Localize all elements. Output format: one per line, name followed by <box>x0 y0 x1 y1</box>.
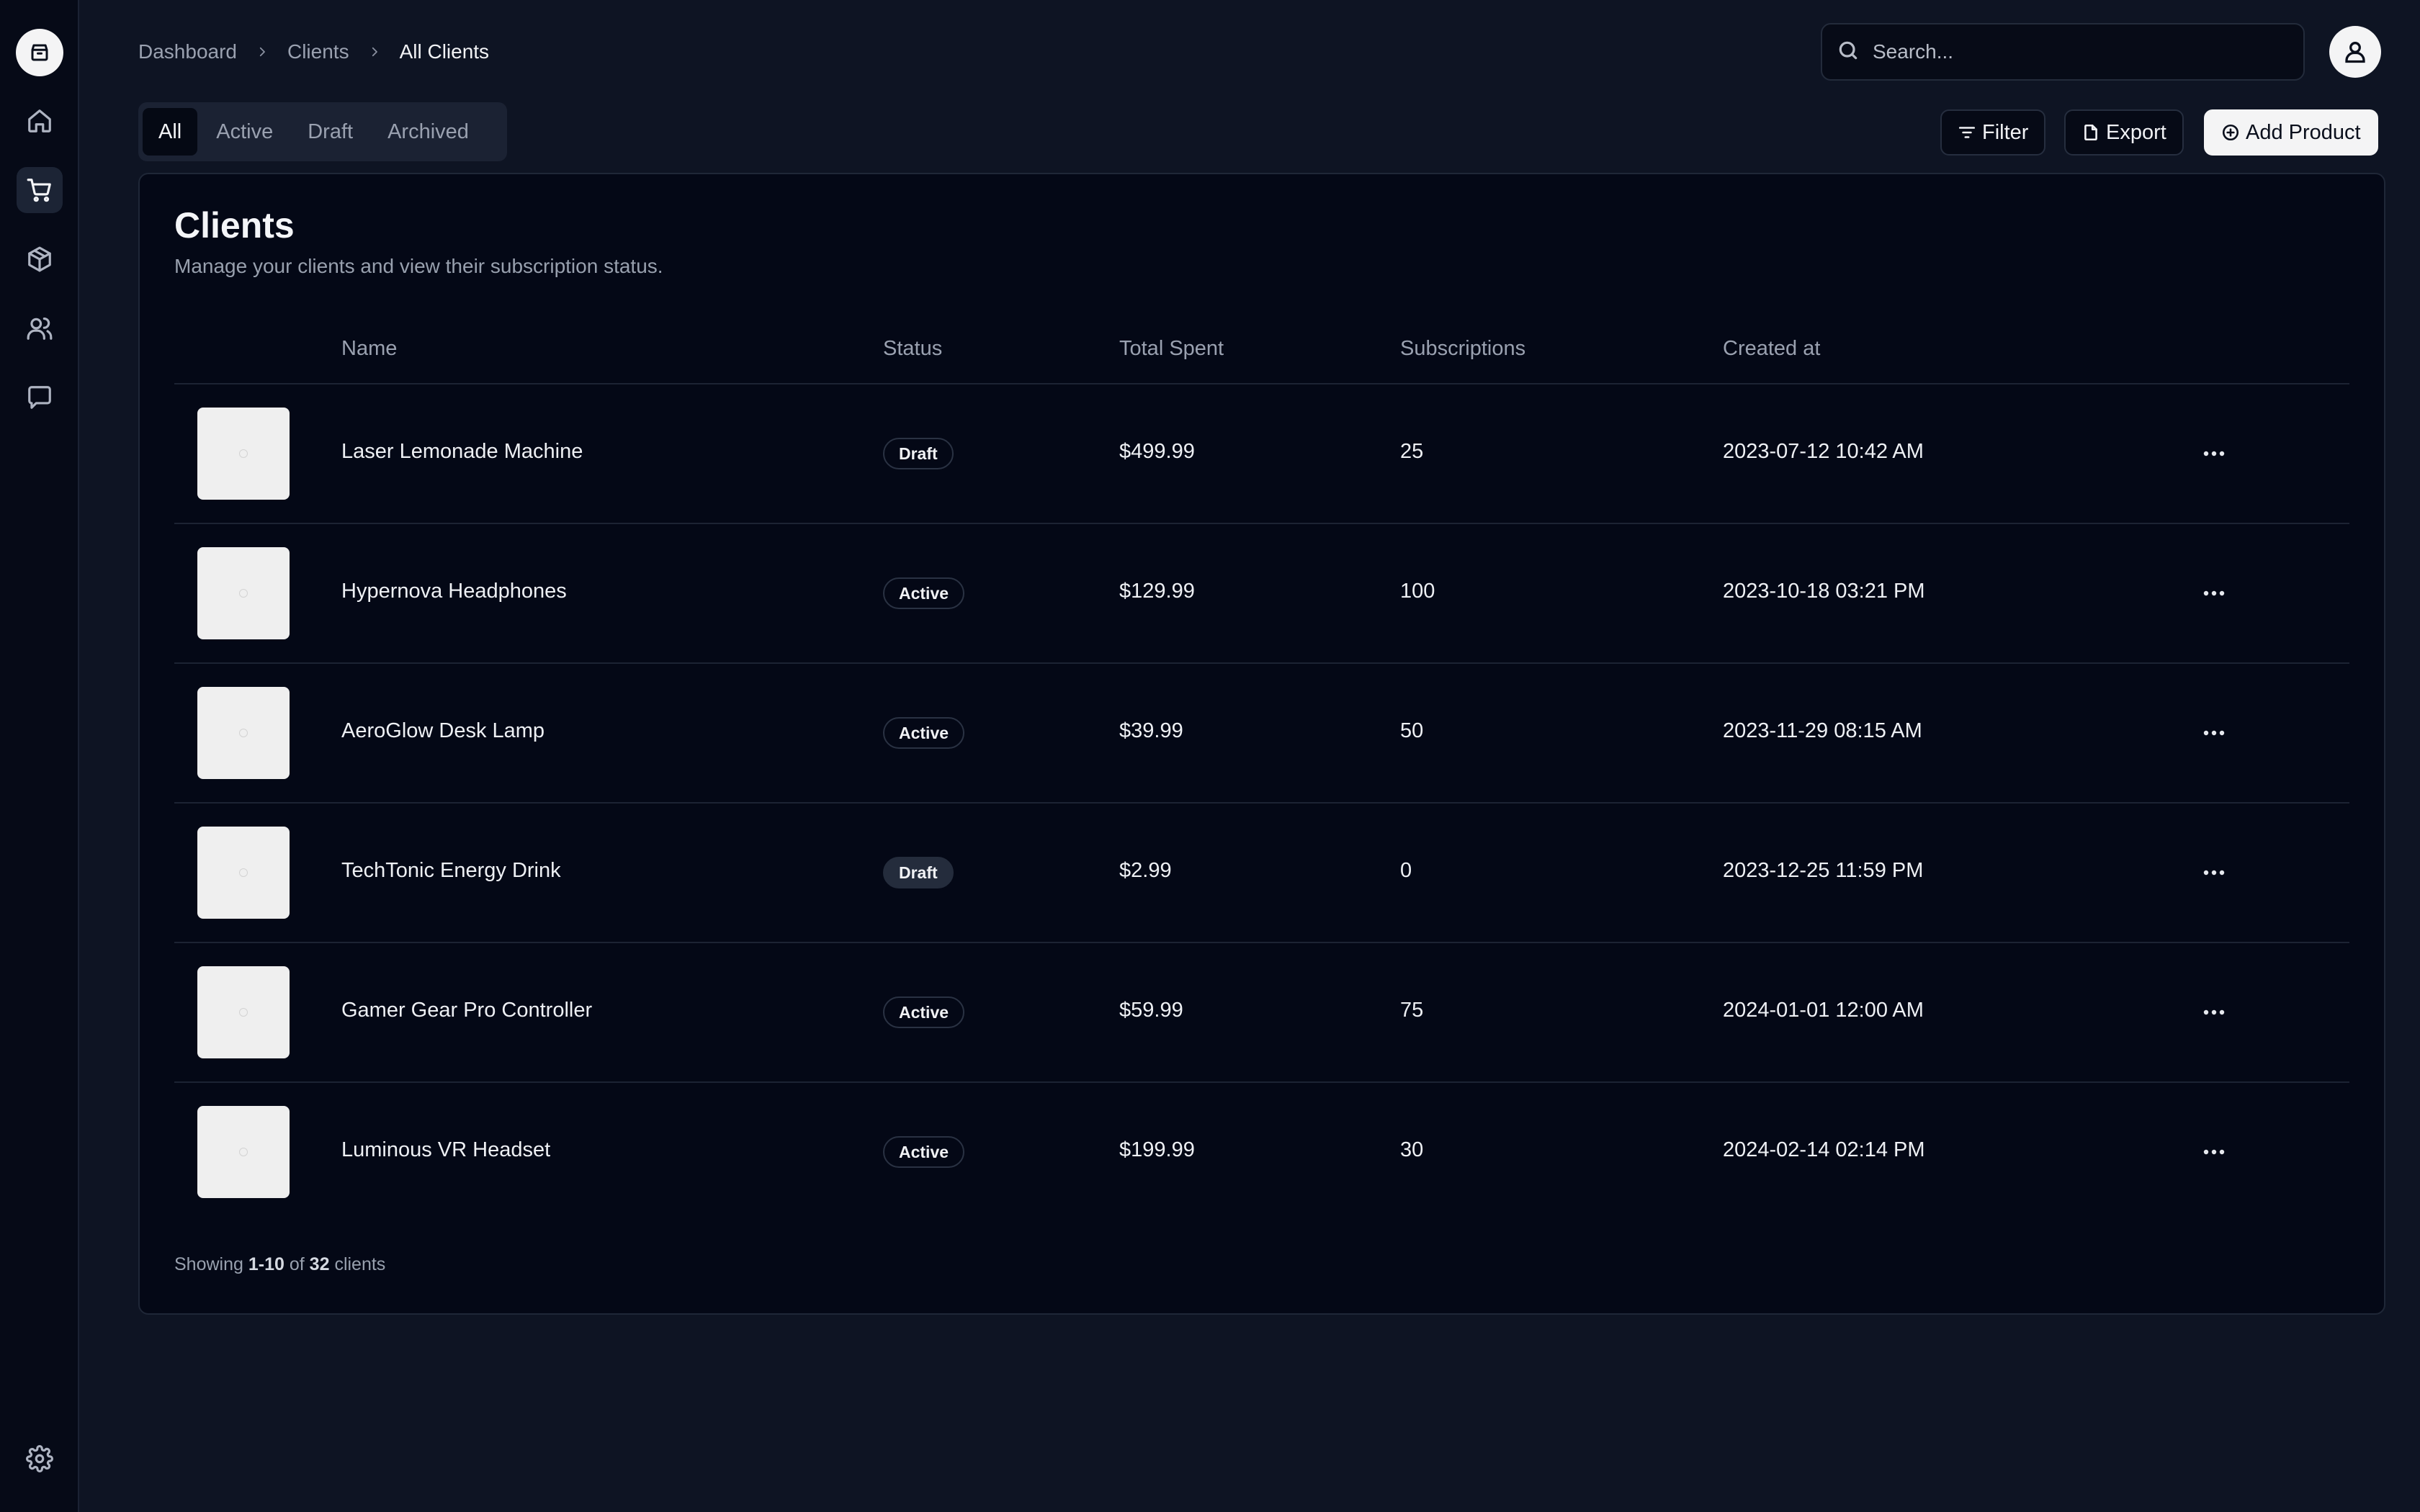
status-tabs: All Active Draft Archived <box>138 102 507 161</box>
filter-button[interactable]: Filter <box>1940 109 2046 156</box>
chevron-right-icon <box>256 45 269 58</box>
more-horizontal-icon[interactable] <box>2200 720 2228 746</box>
client-name: TechTonic Energy Drink <box>341 859 561 882</box>
column-header-name[interactable]: Name <box>341 337 397 361</box>
column-header-subscriptions[interactable]: Subscriptions <box>1400 337 1525 361</box>
filter-label: Filter <box>1982 120 2029 144</box>
client-name: Hypernova Headphones <box>341 580 567 603</box>
more-horizontal-icon[interactable] <box>2200 441 2228 467</box>
page-title: Clients <box>174 205 295 246</box>
breadcrumb-clients[interactable]: Clients <box>287 40 349 63</box>
file-icon <box>2084 124 2097 141</box>
product-image <box>197 1106 290 1198</box>
breadcrumb-all-clients: All Clients <box>399 40 490 63</box>
more-horizontal-icon[interactable] <box>2200 1139 2228 1165</box>
package-icon[interactable] <box>17 236 63 282</box>
client-name: Laser Lemonade Machine <box>341 440 583 463</box>
search-input[interactable] <box>1873 40 2276 63</box>
home-icon[interactable] <box>17 98 63 144</box>
more-horizontal-icon[interactable] <box>2200 580 2228 606</box>
client-name: AeroGlow Desk Lamp <box>341 719 545 742</box>
total-spent: $2.99 <box>1119 859 1172 882</box>
column-header-total-spent[interactable]: Total Spent <box>1119 337 1224 361</box>
status-badge: Active <box>883 717 965 749</box>
product-image <box>197 547 290 639</box>
product-image <box>197 966 290 1058</box>
column-header-created-at[interactable]: Created at <box>1723 337 1820 361</box>
settings-icon[interactable] <box>17 1436 63 1482</box>
table-row[interactable]: Gamer Gear Pro Controller Active $59.99 … <box>174 943 2349 1083</box>
tab-archived[interactable]: Archived <box>372 108 485 156</box>
product-image <box>197 827 290 919</box>
filter-icon <box>1958 127 1976 138</box>
table-row[interactable]: TechTonic Energy Drink Draft $2.99 0 202… <box>174 804 2349 943</box>
status-badge: Active <box>883 1136 965 1168</box>
store-logo-icon[interactable] <box>16 29 63 76</box>
search-icon <box>1837 39 1860 66</box>
table-row[interactable]: Laser Lemonade Machine Draft $499.99 25 … <box>174 384 2349 524</box>
status-badge: Draft <box>883 438 954 469</box>
table-header: Name Status Total Spent Subscriptions Cr… <box>174 325 2349 384</box>
shopping-cart-icon[interactable] <box>17 167 63 213</box>
total-spent: $199.99 <box>1119 1138 1195 1161</box>
status-badge: Active <box>883 996 965 1028</box>
add-product-label: Add Product <box>2246 120 2361 144</box>
export-button[interactable]: Export <box>2064 109 2184 156</box>
add-product-button[interactable]: Add Product <box>2204 109 2378 156</box>
export-label: Export <box>2106 120 2166 144</box>
subscriptions-count: 50 <box>1400 719 1424 742</box>
created-at: 2023-07-12 10:42 AM <box>1723 440 1924 463</box>
tab-active[interactable]: Active <box>200 108 289 156</box>
message-icon[interactable] <box>17 374 63 420</box>
status-badge: Draft <box>883 857 954 888</box>
pagination-suffix: clients <box>334 1254 386 1274</box>
column-header-status[interactable]: Status <box>883 337 942 361</box>
subscriptions-count: 100 <box>1400 580 1435 603</box>
user-avatar-button[interactable] <box>2329 26 2381 78</box>
total-spent: $499.99 <box>1119 440 1195 463</box>
plus-circle-icon <box>2222 124 2239 141</box>
subscriptions-count: 25 <box>1400 440 1424 463</box>
breadcrumb: Dashboard Clients All Clients <box>138 37 489 66</box>
pagination-of: of <box>289 1254 305 1274</box>
table-row[interactable]: Hypernova Headphones Active $129.99 100 … <box>174 524 2349 664</box>
product-image <box>197 408 290 500</box>
search-box <box>1821 23 2305 81</box>
page-description: Manage your clients and view their subsc… <box>174 255 663 277</box>
subscriptions-count: 0 <box>1400 859 1412 882</box>
more-horizontal-icon[interactable] <box>2200 999 2228 1025</box>
client-name: Luminous VR Headset <box>341 1138 551 1161</box>
users-icon[interactable] <box>17 305 63 351</box>
pagination-range: 1-10 <box>248 1254 284 1274</box>
sidebar <box>0 0 79 1512</box>
created-at: 2023-10-18 03:21 PM <box>1723 580 1925 603</box>
clients-card: Clients Manage your clients and view the… <box>138 173 2385 1315</box>
total-spent: $129.99 <box>1119 580 1195 603</box>
more-horizontal-icon[interactable] <box>2200 860 2228 886</box>
client-name: Gamer Gear Pro Controller <box>341 999 593 1022</box>
total-spent: $39.99 <box>1119 719 1183 742</box>
subscriptions-count: 75 <box>1400 999 1424 1022</box>
pagination-prefix: Showing <box>174 1254 243 1274</box>
chevron-right-icon <box>368 45 381 58</box>
tab-draft[interactable]: Draft <box>292 108 369 156</box>
table-row[interactable]: AeroGlow Desk Lamp Active $39.99 50 2023… <box>174 664 2349 804</box>
pagination-total: 32 <box>309 1254 330 1274</box>
created-at: 2023-12-25 11:59 PM <box>1723 859 1924 882</box>
created-at: 2023-11-29 08:15 AM <box>1723 719 1922 742</box>
total-spent: $59.99 <box>1119 999 1183 1022</box>
subscriptions-count: 30 <box>1400 1138 1424 1161</box>
pagination-summary: Showing 1-10 of 32 clients <box>174 1254 385 1275</box>
tab-all[interactable]: All <box>143 108 198 156</box>
table-row[interactable]: Luminous VR Headset Active $199.99 30 20… <box>174 1083 2349 1223</box>
created-at: 2024-02-14 02:14 PM <box>1723 1138 1925 1161</box>
breadcrumb-dashboard[interactable]: Dashboard <box>138 40 237 63</box>
created-at: 2024-01-01 12:00 AM <box>1723 999 1924 1022</box>
user-icon <box>2345 42 2365 63</box>
status-badge: Active <box>883 577 965 609</box>
product-image <box>197 687 290 779</box>
